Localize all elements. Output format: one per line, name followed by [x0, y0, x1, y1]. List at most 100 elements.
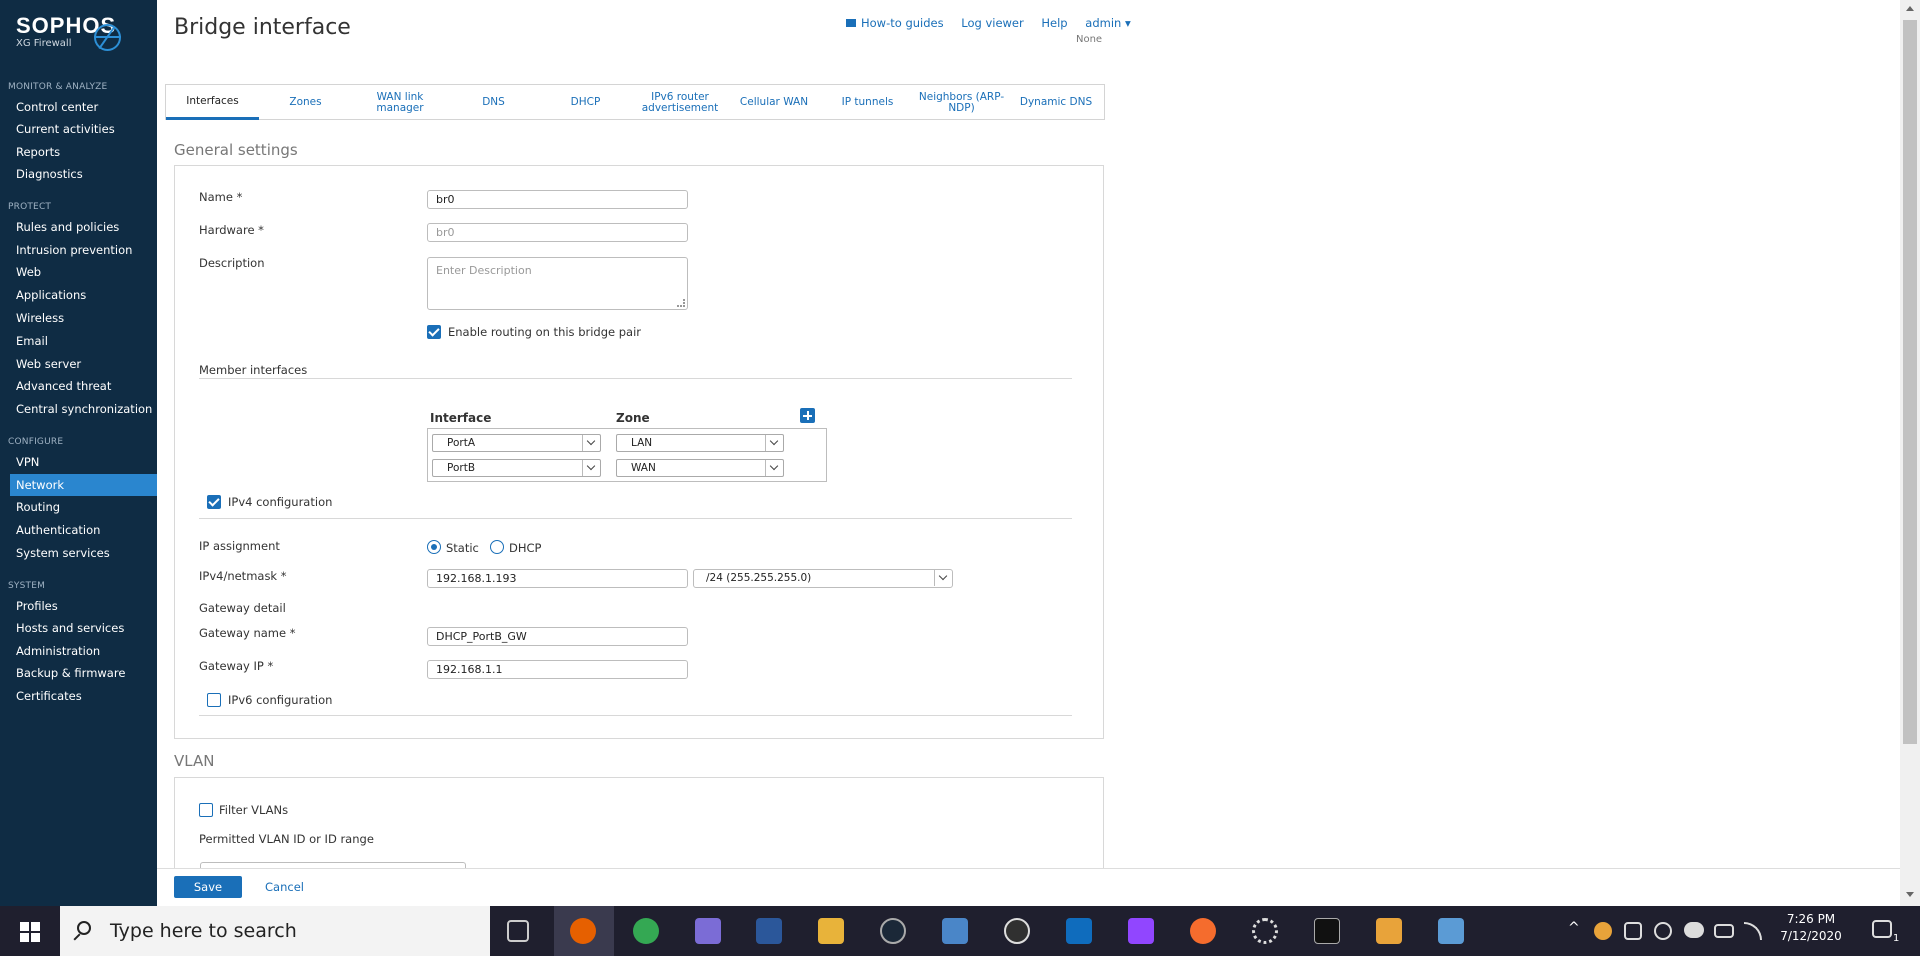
chrome-icon[interactable] — [633, 918, 659, 944]
static-radio[interactable] — [427, 540, 441, 554]
windows-taskbar: Type here to search ^ 7:26 PM 7/12/2020 … — [0, 906, 1920, 956]
tab-wan-link-manager[interactable]: WAN link manager — [352, 85, 448, 120]
tab-ipv6-router-advertisement[interactable]: IPv6 router advertisement — [632, 85, 728, 120]
cancel-button[interactable]: Cancel — [265, 876, 304, 898]
tab-cellular-wan[interactable]: Cellular WAN — [728, 85, 820, 120]
gateway-ip-input[interactable]: 192.168.1.1 — [427, 660, 688, 679]
save-button[interactable]: Save — [174, 876, 242, 898]
netmask-select[interactable]: /24 (255.255.255.0) — [693, 569, 953, 588]
sidebar-item-diagnostics[interactable]: Diagnostics — [10, 163, 157, 185]
ipv4-configuration-checkbox[interactable] — [207, 495, 221, 509]
how-to-guides-link[interactable]: How-to guides — [846, 16, 944, 30]
ipv6-configuration-checkbox[interactable] — [207, 693, 221, 707]
log-viewer-link[interactable]: Log viewer — [961, 16, 1023, 30]
ipv4-address-input[interactable]: 192.168.1.193 — [427, 569, 688, 588]
microphone-muted-icon[interactable] — [1654, 922, 1672, 940]
taskbar-search-box[interactable]: Type here to search — [60, 906, 490, 956]
settings-gear-icon[interactable] — [1252, 918, 1278, 944]
tab-interfaces[interactable]: Interfaces — [166, 85, 259, 120]
member-interface-select-2[interactable]: PortB — [432, 459, 601, 477]
enable-routing-checkbox[interactable] — [427, 325, 441, 339]
divider — [199, 378, 1072, 379]
network-disconnected-icon[interactable] — [1714, 924, 1734, 938]
member-interface-select-1[interactable]: PortA — [432, 434, 601, 452]
sidebar-item-intrusion-prevention[interactable]: Intrusion prevention — [10, 239, 157, 261]
tab-zones[interactable]: Zones — [259, 85, 352, 120]
tray-app-icon[interactable] — [1594, 922, 1612, 940]
vlan-heading: VLAN — [174, 752, 215, 770]
divider — [199, 518, 1072, 519]
sidebar-item-hosts-and-services[interactable]: Hosts and services — [10, 617, 157, 639]
tab-dns[interactable]: DNS — [448, 85, 539, 120]
origin-icon[interactable] — [1190, 918, 1216, 944]
sidebar-item-control-center[interactable]: Control center — [10, 96, 157, 118]
gateway-name-input[interactable]: DHCP_PortB_GW — [427, 627, 688, 646]
sidebar-item-web-server[interactable]: Web server — [10, 353, 157, 375]
member-zone-value-2: WAN — [631, 462, 656, 474]
tab-neighbors[interactable]: Neighbors (ARP-NDP) — [915, 85, 1008, 120]
sidebar-item-authentication[interactable]: Authentication — [10, 519, 157, 541]
sidebar-item-email[interactable]: Email — [10, 330, 157, 352]
scroll-down-icon[interactable] — [1906, 892, 1914, 897]
outlook-icon[interactable] — [1066, 918, 1092, 944]
chevron-down-icon — [765, 460, 783, 476]
cloud-upload-icon[interactable] — [1684, 922, 1704, 938]
sidebar-item-routing[interactable]: Routing — [10, 496, 157, 518]
hardware-input[interactable]: br0 — [427, 223, 688, 242]
sidebar-item-system-services[interactable]: System services — [10, 542, 157, 564]
obs-icon[interactable] — [1004, 918, 1030, 944]
vertical-scrollbar[interactable] — [1900, 0, 1920, 906]
sidebar-item-vpn[interactable]: VPN — [10, 451, 157, 473]
virtual-machine-icon[interactable] — [1438, 918, 1464, 944]
sophos-globe-icon — [94, 24, 121, 51]
page-title: Bridge interface — [174, 15, 351, 40]
sidebar-item-rules-and-policies[interactable]: Rules and policies — [10, 216, 157, 238]
sidebar-item-web[interactable]: Web — [10, 261, 157, 283]
sidebar-item-advanced-threat[interactable]: Advanced threat — [10, 375, 157, 397]
sidebar-item-certificates[interactable]: Certificates — [10, 685, 157, 707]
twitch-icon[interactable] — [1128, 918, 1154, 944]
top-links: How-to guides Log viewer Help admin ▾ — [846, 16, 1145, 30]
sidebar-item-network[interactable]: Network — [10, 474, 157, 496]
dhcp-radio[interactable] — [490, 540, 504, 554]
remote-desktop-icon[interactable] — [942, 918, 968, 944]
sidebar-item-current-activities[interactable]: Current activities — [10, 118, 157, 140]
terminal-icon[interactable] — [1314, 918, 1340, 944]
description-textarea[interactable]: Enter Description — [427, 257, 688, 310]
sidebar-item-central-synchronization[interactable]: Central synchronization — [10, 398, 157, 420]
wifi-icon[interactable] — [1744, 922, 1762, 940]
filter-vlans-checkbox[interactable] — [199, 803, 213, 817]
sidebar-item-reports[interactable]: Reports — [10, 141, 157, 163]
task-view-icon[interactable] — [507, 920, 529, 942]
admin-user-menu[interactable]: admin ▾ — [1085, 16, 1130, 30]
scrollbar-thumb[interactable] — [1903, 20, 1917, 744]
windows-start-icon[interactable] — [20, 922, 40, 942]
sidebar-item-wireless[interactable]: Wireless — [10, 307, 157, 329]
sidebar-item-backup-firmware[interactable]: Backup & firmware — [10, 662, 157, 684]
sidebar-item-applications[interactable]: Applications — [10, 284, 157, 306]
resize-grip-icon[interactable] — [677, 299, 685, 307]
sidebar-item-administration[interactable]: Administration — [10, 640, 157, 662]
taskbar-clock[interactable]: 7:26 PM 7/12/2020 — [1776, 912, 1846, 943]
show-hidden-icons-chevron-icon[interactable]: ^ — [1568, 920, 1580, 936]
tab-dynamic-dns[interactable]: Dynamic DNS — [1008, 85, 1104, 120]
member-zone-select-1[interactable]: LAN — [616, 434, 784, 452]
sidebar-item-profiles[interactable]: Profiles — [10, 595, 157, 617]
sophos-logo[interactable]: SOPHOS XG Firewall — [16, 13, 121, 51]
firefox-icon[interactable] — [570, 918, 596, 944]
zone-column-header: Zone — [616, 411, 650, 425]
word-icon[interactable] — [756, 918, 782, 944]
tab-ip-tunnels[interactable]: IP tunnels — [820, 85, 915, 120]
name-input[interactable]: br0 — [427, 190, 688, 209]
steam-icon[interactable] — [880, 918, 906, 944]
file-explorer-icon[interactable] — [818, 918, 844, 944]
notifications-icon[interactable] — [1872, 920, 1892, 938]
tab-dhcp[interactable]: DHCP — [539, 85, 632, 120]
add-member-icon[interactable] — [800, 408, 815, 423]
scroll-up-icon[interactable] — [1906, 6, 1914, 11]
help-link[interactable]: Help — [1041, 16, 1067, 30]
discord-icon[interactable] — [695, 918, 721, 944]
discord-alt-icon[interactable] — [1376, 918, 1402, 944]
member-zone-select-2[interactable]: WAN — [616, 459, 784, 477]
volume-icon[interactable] — [1624, 922, 1642, 940]
